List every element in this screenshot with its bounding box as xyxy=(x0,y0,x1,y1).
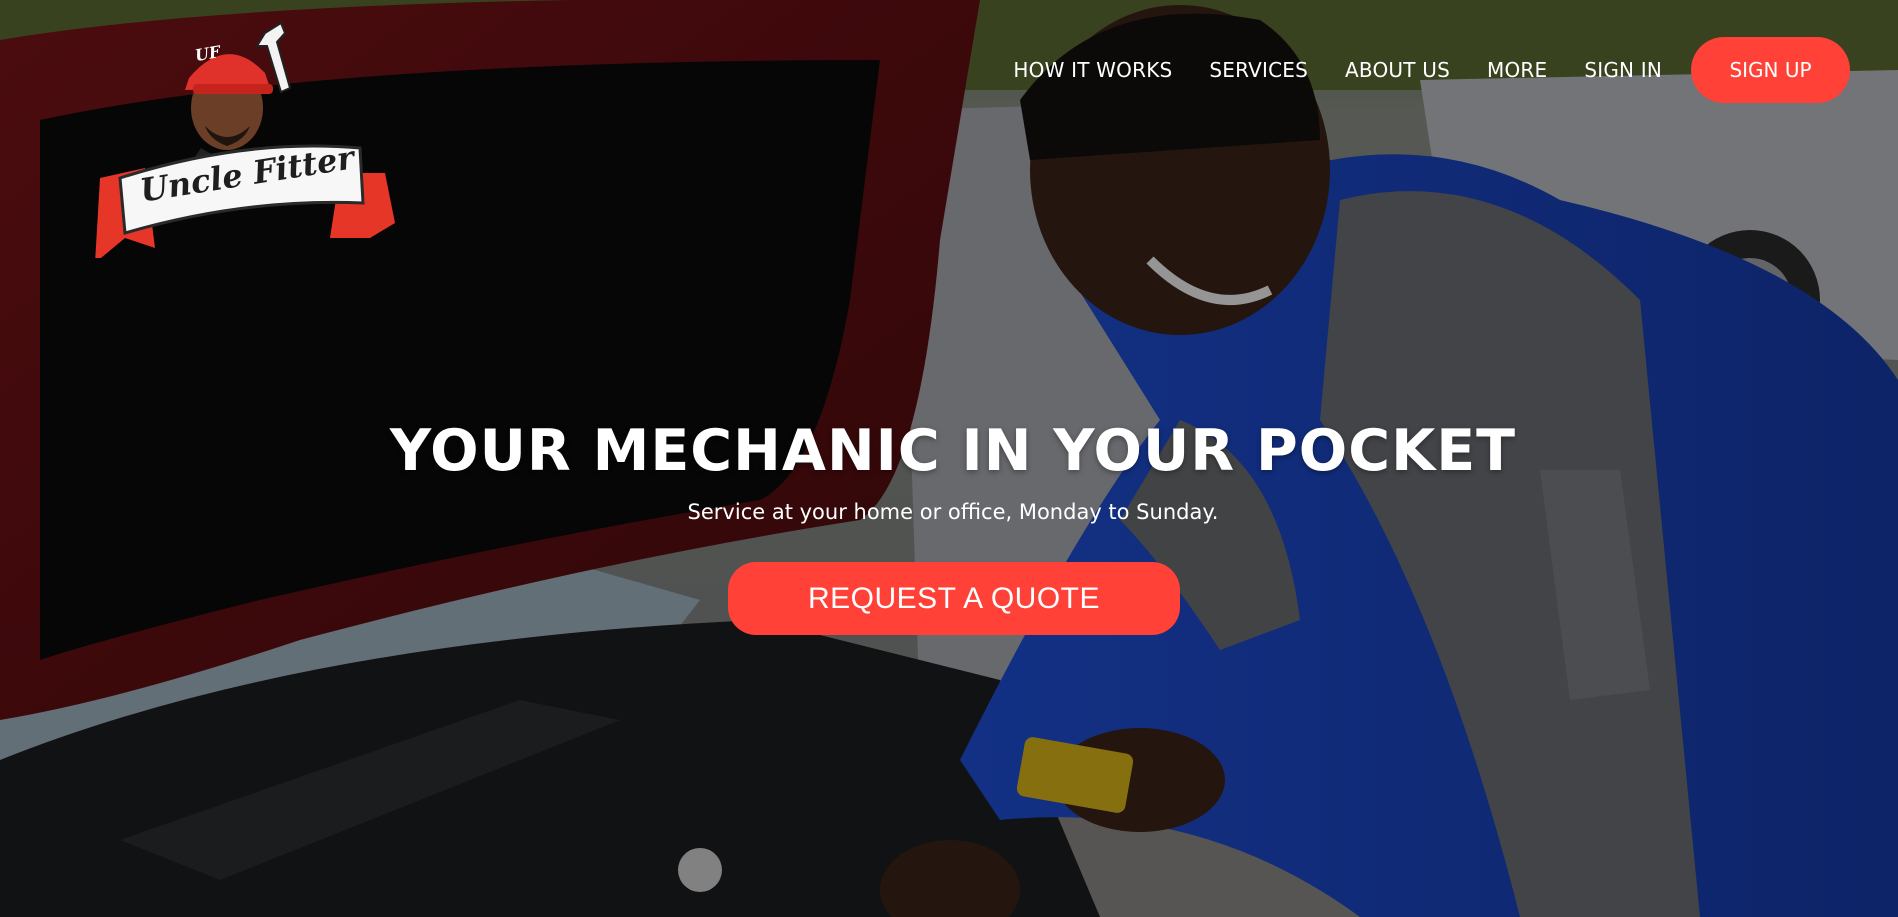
nav-services[interactable]: SERVICES xyxy=(1209,58,1308,82)
nav-about-us[interactable]: ABOUT US xyxy=(1345,58,1450,82)
uncle-fitter-logo[interactable]: UF Uncle Fitter xyxy=(95,8,395,263)
nav-sign-in[interactable]: SIGN IN xyxy=(1584,58,1662,82)
logo-graphic xyxy=(95,21,395,263)
sign-up-button[interactable]: SIGN UP xyxy=(1691,37,1850,103)
hero-headline: YOUR MECHANIC IN YOUR POCKET xyxy=(389,418,1517,484)
hero-subline: Service at your home or office, Monday t… xyxy=(687,500,1219,524)
nav-how-it-works[interactable]: HOW IT WORKS xyxy=(1013,58,1172,82)
request-quote-button[interactable]: REQUEST A QUOTE xyxy=(728,562,1180,635)
nav-more[interactable]: MORE xyxy=(1487,58,1547,82)
main-nav: HOW IT WORKS SERVICES ABOUT US MORE SIGN… xyxy=(1013,37,1850,103)
